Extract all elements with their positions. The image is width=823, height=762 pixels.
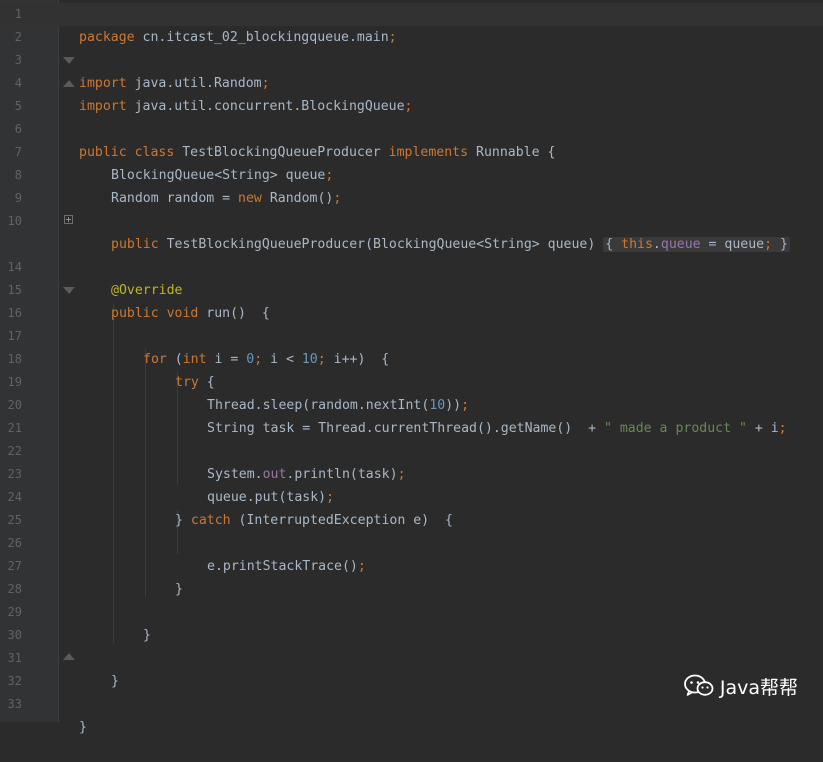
- semicolon: ;: [778, 421, 787, 436]
- code-text: }: [143, 628, 151, 643]
- code-line-4[interactable]: import java.util.concurrent.BlockingQueu…: [0, 72, 823, 114]
- string-literal: " made a product ": [603, 421, 747, 436]
- code-line-20[interactable]: String task = Thread.currentThread().get…: [0, 394, 823, 436]
- code-line-26[interactable]: e.printStackTrace();: [0, 532, 823, 574]
- code-line-24[interactable]: } catch (InterruptedException e) {: [0, 486, 823, 528]
- code-text: java.util.concurrent.BlockingQueue: [126, 99, 405, 114]
- code-text: = queue: [700, 237, 765, 252]
- code-line-3[interactable]: import java.util.Random;: [0, 49, 823, 91]
- keyword: import: [79, 99, 127, 114]
- code-line-1[interactable]: package cn.itcast_02_blockingqueue.main;: [0, 3, 823, 45]
- code-editor[interactable]: 1 2 3 4 5 6 7 8 9 10 14 15 16 17 18 19 20 21 22 23 24 25 26 27 2…: [0, 0, 823, 735]
- keyword: catch: [190, 513, 231, 528]
- code-text: + i: [746, 421, 779, 436]
- semicolon: ;: [404, 99, 413, 114]
- keyword: public: [111, 237, 159, 252]
- code-text: }: [175, 582, 183, 597]
- code-line-19[interactable]: Thread.sleep(random.nextInt(10));: [0, 371, 823, 413]
- code-line-18[interactable]: try {: [0, 348, 823, 390]
- line-number-row: 28: [0, 578, 823, 601]
- folded-code-block[interactable]: { this.queue = queue; }: [603, 237, 790, 252]
- keyword: new: [238, 191, 262, 206]
- code-text: }: [175, 513, 191, 528]
- wechat-icon: [683, 674, 714, 696]
- code-line-22[interactable]: System.out.println(task);: [0, 440, 823, 482]
- code-line-7[interactable]: BlockingQueue<String> queue;: [0, 141, 823, 183]
- code-line-17[interactable]: for (int i = 0; i < 10; i++) {: [0, 325, 823, 367]
- keyword: public void: [111, 306, 199, 321]
- code-line-10[interactable]: public TestBlockingQueueProducer(Blockin…: [0, 210, 823, 252]
- field-name: queue: [660, 237, 701, 252]
- brace: {: [605, 237, 622, 252]
- code-text: TestBlockingQueueProducer(BlockingQueue<…: [158, 237, 604, 252]
- semicolon: ;: [764, 237, 773, 252]
- semicolon: ;: [333, 191, 342, 206]
- code-text: Random random =: [111, 191, 239, 206]
- line-number-row: 30: [0, 624, 823, 647]
- keyword: package: [79, 30, 135, 45]
- code-line-14[interactable]: @Override: [0, 256, 823, 298]
- code-text: }: [79, 720, 87, 735]
- code-text: run() {: [198, 306, 270, 321]
- keyword: this: [621, 237, 653, 252]
- code-text: cn.itcast_02_blockingqueue.main: [134, 30, 389, 45]
- code-line-15[interactable]: public void run() {: [0, 279, 823, 321]
- code-line-31[interactable]: }: [0, 647, 823, 689]
- code-text: (InterruptedException e) {: [230, 513, 453, 528]
- code-text: }: [111, 674, 119, 689]
- code-text: String task = Thread.currentThread().get…: [207, 421, 604, 436]
- code-line-29[interactable]: }: [0, 601, 823, 643]
- code-line-8[interactable]: Random random = new Random();: [0, 164, 823, 206]
- watermark: Java帮帮: [683, 672, 798, 700]
- code-text: Random(): [261, 191, 334, 206]
- watermark-text: Java帮帮: [719, 676, 798, 699]
- code-line-6[interactable]: public class TestBlockingQueueProducer i…: [0, 118, 823, 160]
- brace: }: [772, 237, 788, 252]
- semicolon: ;: [388, 30, 397, 45]
- code-line-23[interactable]: queue.put(task);: [0, 463, 823, 505]
- code-line-27[interactable]: }: [0, 555, 823, 597]
- code-text: .: [652, 237, 661, 252]
